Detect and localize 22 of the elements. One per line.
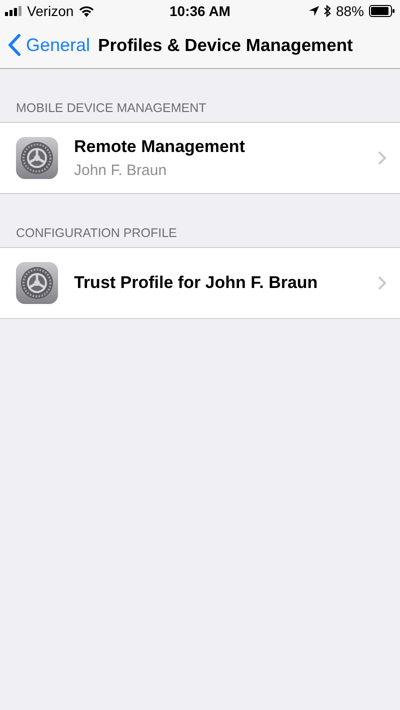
list-row[interactable]: Trust Profile for John F. Braun [0, 248, 400, 318]
carrier-name: Verizon [27, 3, 74, 19]
row-title: Remote Management [74, 137, 246, 157]
row-title: Trust Profile for John F. Braun [74, 273, 319, 293]
back-chevron-icon [8, 34, 21, 56]
battery-percent: 88% [336, 3, 364, 19]
settings-icon [16, 262, 58, 304]
battery-icon [369, 5, 395, 17]
section-header: CONFIGURATION PROFILE [15, 225, 178, 242]
back-button[interactable]: General [8, 34, 90, 56]
clock-time: 10:36 AM [168, 3, 232, 19]
section-header: MOBILE DEVICE MANAGEMENT [15, 100, 208, 117]
row-subtitle: John F. Braun [74, 162, 168, 179]
chevron-icon [378, 151, 386, 165]
wifi-icon [78, 6, 94, 16]
settings-icon [16, 137, 58, 179]
page-title: Profiles & Device Management [98, 34, 353, 56]
list-row[interactable]: Remote Management John F. Braun [0, 123, 400, 193]
chevron-icon [378, 276, 386, 290]
bluetooth-icon [324, 5, 331, 17]
location-arrow-icon [308, 6, 319, 16]
signal-icon [5, 6, 22, 16]
